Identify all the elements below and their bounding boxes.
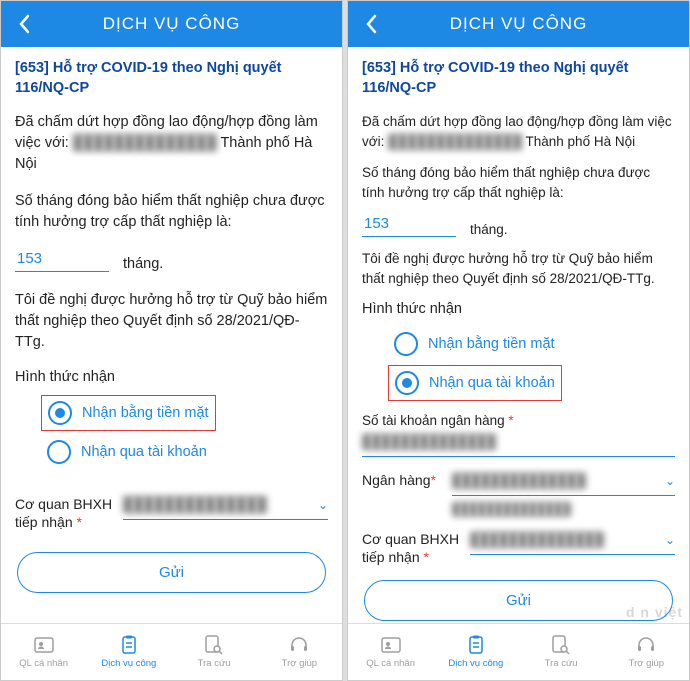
clipboard-icon — [119, 635, 139, 655]
tab-help[interactable]: Trợ giúp — [604, 624, 689, 680]
para-months: Số tháng đóng bảo hiểm thất nghiệp chưa … — [362, 163, 675, 202]
app-header: DỊCH VỤ CÔNG — [1, 1, 342, 47]
agency-field[interactable]: Cơ quan BHXHtiếp nhận * ██████████████⌄ — [362, 530, 675, 566]
back-button[interactable] — [356, 1, 386, 47]
radio-icon — [395, 371, 419, 395]
tab-services[interactable]: Dịch vụ công — [433, 624, 518, 680]
page-title: [653] Hỗ trợ COVID-19 theo Nghị quyết 11… — [362, 59, 675, 98]
redacted-text: ██████████████ — [470, 532, 604, 547]
form-body: [653] Hỗ trợ COVID-19 theo Nghị quyết 11… — [1, 47, 342, 623]
tab-services[interactable]: Dịch vụ công — [86, 624, 171, 680]
screen-left: DỊCH VỤ CÔNG [653] Hỗ trợ COVID-19 theo … — [0, 0, 343, 681]
option-cash[interactable]: Nhận bằng tiền mặt — [388, 327, 561, 361]
header-title: DỊCH VỤ CÔNG — [103, 14, 241, 34]
option-cash[interactable]: Nhận bằng tiền mặt — [41, 395, 216, 431]
para-contract: Đã chấm dứt hợp đồng lao động/hợp đồng l… — [15, 112, 328, 175]
headset-icon — [636, 635, 656, 655]
months-input[interactable] — [15, 249, 109, 272]
form-body: [653] Hỗ trợ COVID-19 theo Nghị quyết 11… — [348, 47, 689, 623]
app-header: DỊCH VỤ CÔNG — [348, 1, 689, 47]
id-card-icon — [381, 635, 401, 655]
option-bank[interactable]: Nhận qua tài khoản — [388, 365, 562, 401]
header-title: DỊCH VỤ CÔNG — [450, 14, 588, 34]
para-contract: Đã chấm dứt hợp đồng lao động/hợp đồng l… — [362, 112, 675, 151]
account-field[interactable]: Số tài khoản ngân hàng * ██████████████ — [362, 413, 675, 457]
bottom-tabbar: QL cá nhân Dịch vụ công Tra cứu Trợ giúp — [1, 623, 342, 680]
back-button[interactable] — [9, 1, 39, 47]
para-months: Số tháng đóng bảo hiểm thất nghiệp chưa … — [15, 191, 328, 233]
redacted-text: ██████████████ — [452, 502, 675, 516]
tab-lookup[interactable]: Tra cứu — [172, 624, 257, 680]
option-bank[interactable]: Nhận qua tài khoản — [41, 435, 213, 469]
radio-icon — [48, 401, 72, 425]
para-request: Tôi đề nghị được hưởng hỗ trợ từ Quỹ bảo… — [15, 290, 328, 353]
radio-icon — [394, 332, 418, 356]
search-doc-icon — [551, 635, 571, 655]
bank-field[interactable]: Ngân hàng* ██████████████⌄ █████████████… — [362, 471, 675, 516]
screen-right: DỊCH VỤ CÔNG [653] Hỗ trợ COVID-19 theo … — [347, 0, 690, 681]
page-title: [653] Hỗ trợ COVID-19 theo Nghị quyết 11… — [15, 59, 328, 98]
submit-button[interactable]: Gửi — [17, 552, 326, 593]
clipboard-icon — [466, 635, 486, 655]
months-unit: tháng. — [123, 256, 163, 272]
headset-icon — [289, 635, 309, 655]
para-request: Tôi đề nghị được hưởng hỗ trợ từ Quỹ bảo… — [362, 249, 675, 288]
redacted-text: ██████████████ — [452, 473, 586, 488]
receive-method-label: Hình thức nhận — [362, 301, 675, 317]
watermark: d n việt — [626, 604, 683, 620]
redacted-text: ██████████████ — [123, 497, 267, 513]
tab-help[interactable]: Trợ giúp — [257, 624, 342, 680]
agency-field[interactable]: Cơ quan BHXHtiếp nhận * ██████████████⌄ — [15, 495, 328, 531]
tab-profile[interactable]: QL cá nhân — [1, 624, 86, 680]
search-doc-icon — [204, 635, 224, 655]
redacted-text: ██████████████ — [362, 434, 496, 449]
redacted-text: ██████████████ — [73, 135, 217, 151]
redacted-text: ██████████████ — [388, 134, 522, 149]
tab-lookup[interactable]: Tra cứu — [519, 624, 604, 680]
months-input[interactable] — [362, 214, 456, 237]
radio-icon — [47, 440, 71, 464]
bottom-tabbar: QL cá nhân Dịch vụ công Tra cứu Trợ giúp — [348, 623, 689, 680]
receive-method-label: Hình thức nhận — [15, 369, 328, 385]
chevron-down-icon: ⌄ — [665, 533, 675, 547]
tab-profile[interactable]: QL cá nhân — [348, 624, 433, 680]
chevron-down-icon: ⌄ — [318, 498, 328, 512]
id-card-icon — [34, 635, 54, 655]
chevron-down-icon: ⌄ — [665, 474, 675, 488]
months-unit: tháng. — [470, 222, 508, 237]
